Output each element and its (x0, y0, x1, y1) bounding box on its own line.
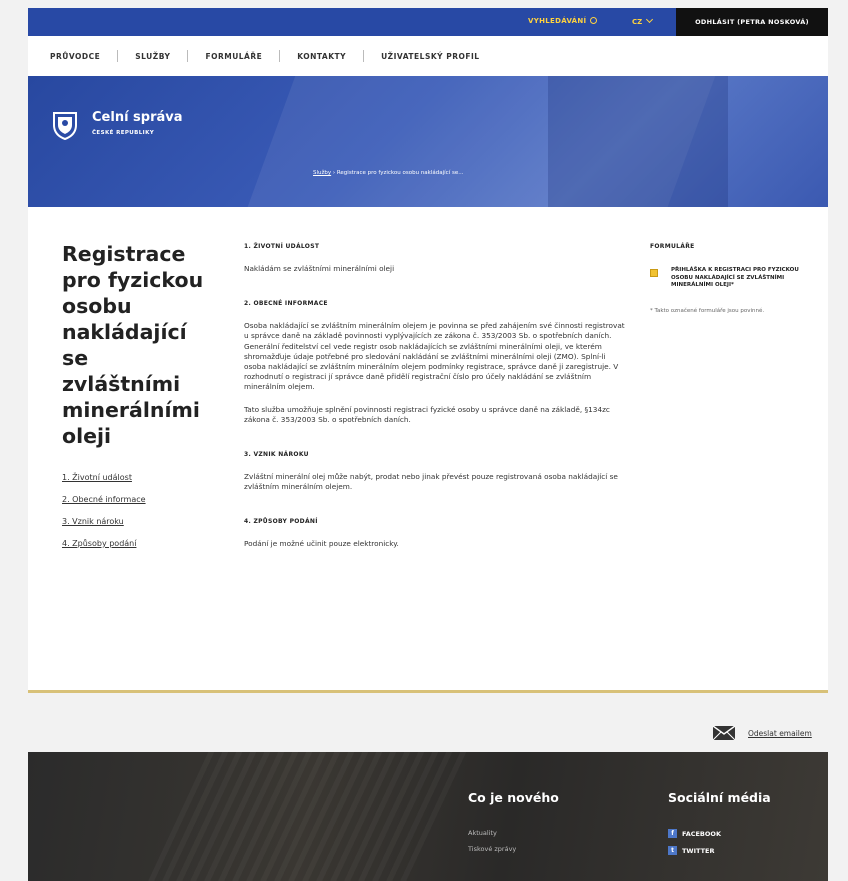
section-paragraph: Podání je možné učinit pouze elektronick… (244, 539, 399, 549)
section-heading: 4. ZPŮSOBY PODÁNÍ (244, 518, 318, 526)
breadcrumb-link-services[interactable]: Služby (313, 170, 331, 176)
footer: Co je nového Aktuality Tiskové zprávy So… (28, 752, 828, 881)
twitter-link[interactable]: t TWITTER (668, 846, 771, 855)
breadcrumb-separator: › (332, 170, 336, 176)
footer-link-news[interactable]: Aktuality (468, 829, 559, 837)
logout-button[interactable]: ODHLÁSIT (PETRA NOSKOVÁ) (676, 8, 828, 36)
hero-background-decoration (548, 76, 728, 218)
nav-item-forms[interactable]: FORMULÁŘE (205, 50, 297, 62)
form-link-registration[interactable]: PŘIHLÁŠKA K REGISTRACI PRO FYZICKOU OSOB… (650, 267, 822, 290)
language-label: CZ (632, 18, 643, 26)
nav-item-user-profile[interactable]: UŽIVATELSKÝ PROFIL (381, 52, 479, 61)
form-link-label: PŘIHLÁŠKA K REGISTRACI PRO FYZICKOU OSOB… (671, 267, 799, 288)
table-of-contents: 1. Životní událost 2. Obecné informace 3… (62, 473, 146, 561)
nav-item-contacts[interactable]: KONTAKTY (297, 50, 381, 62)
section-paragraph: Tato služba umožňuje splnění povinnosti … (244, 404, 610, 424)
mandatory-forms-note: * Takto označené formuláře jsou povinné. (650, 307, 765, 314)
breadcrumb-current: Registrace pro fyzickou osobu nakládajíc… (336, 170, 464, 176)
toc-link-entitlement[interactable]: 3. Vznik nároku (62, 517, 146, 526)
breadcrumb: Služby › Registrace pro fyzickou osobu n… (313, 170, 463, 176)
chevron-down-icon (646, 15, 654, 24)
toc-link-life-event[interactable]: 1. Životní událost (62, 473, 146, 482)
nav-item-label: FORMULÁŘE (205, 51, 263, 61)
nav-item-label: UŽIVATELSKÝ PROFIL (381, 51, 480, 61)
search-button[interactable]: VYHLEDÁVÁNÍ (528, 17, 598, 25)
envelope-icon (713, 726, 735, 740)
nav-item-label: KONTAKTY (297, 51, 347, 61)
section-heading: 3. VZNIK NÁROKU (244, 451, 309, 459)
customs-emblem-icon[interactable] (52, 110, 78, 140)
send-email-label: Odeslat emailem (748, 728, 812, 738)
footer-news-heading: Co je nového (468, 790, 559, 805)
facebook-label: FACEBOOK (682, 829, 721, 838)
facebook-icon: f (668, 829, 677, 838)
page-title: Registrace pro fyzickou osobu nakládajíc… (62, 242, 204, 448)
nav-separator (117, 50, 119, 62)
toc-link-general-info[interactable]: 2. Obecné informace (62, 495, 146, 504)
search-icon (590, 17, 598, 24)
footer-news-column: Co je nového Aktuality Tiskové zprávy (468, 790, 559, 861)
footer-social-column: Sociální média f FACEBOOK t TWITTER (668, 790, 771, 863)
top-utility-bar: VYHLEDÁVÁNÍ CZ ODHLÁSIT (PETRA NOSKOVÁ) (28, 8, 828, 36)
twitter-icon: t (668, 846, 677, 855)
nav-separator (187, 50, 189, 62)
content-card: Registrace pro fyzickou osobu nakládajíc… (28, 207, 828, 693)
facebook-link[interactable]: f FACEBOOK (668, 829, 771, 838)
nav-item-guide[interactable]: PRŮVODCE (50, 50, 135, 62)
forms-heading: FORMULÁŘE (650, 243, 695, 250)
brand-subtitle: ČESKÉ REPUBLIKY (92, 130, 155, 136)
footer-background-decoration (138, 752, 478, 881)
footer-link-press-releases[interactable]: Tiskové zprávy (468, 845, 559, 853)
form-document-icon (650, 269, 658, 277)
section-heading: 1. ŽIVOTNÍ UDÁLOST (244, 243, 320, 250)
section-paragraph: Zvláštní minerální olej může nabýt, prod… (244, 472, 618, 492)
nav-separator (363, 50, 365, 62)
forms-sidebar: FORMULÁŘE PŘIHLÁŠKA K REGISTRACI PRO FYZ… (650, 243, 822, 315)
toc-link-submission-methods[interactable]: 4. Způsoby podání (62, 539, 146, 548)
brand-title[interactable]: Celní správa (92, 110, 183, 125)
nav-item-services[interactable]: SLUŽBY (135, 50, 205, 62)
footer-social-heading: Sociální média (668, 790, 771, 805)
send-email-link[interactable]: Odeslat emailem (713, 726, 812, 740)
nav-item-label: SLUŽBY (135, 51, 171, 61)
section-paragraph: Osoba nakládající se zvláštním minerální… (244, 321, 625, 392)
twitter-label: TWITTER (682, 846, 715, 855)
hero-banner: Celní správa ČESKÉ REPUBLIKY Služby › Re… (28, 76, 828, 218)
section-heading: 2. OBECNÉ INFORMACE (244, 300, 328, 308)
nav-separator (279, 50, 281, 62)
search-label: VYHLEDÁVÁNÍ (528, 17, 587, 25)
main-content: 1. ŽIVOTNÍ UDÁLOST Nakládám se zvláštním… (244, 243, 626, 550)
language-selector[interactable]: CZ (632, 15, 654, 26)
nav-item-label: PRŮVODCE (50, 51, 101, 61)
main-navigation: PRŮVODCE SLUŽBY FORMULÁŘE KONTAKTY UŽIVA… (28, 36, 828, 76)
section-paragraph: Nakládám se zvláštními minerálními oleji (244, 264, 395, 273)
